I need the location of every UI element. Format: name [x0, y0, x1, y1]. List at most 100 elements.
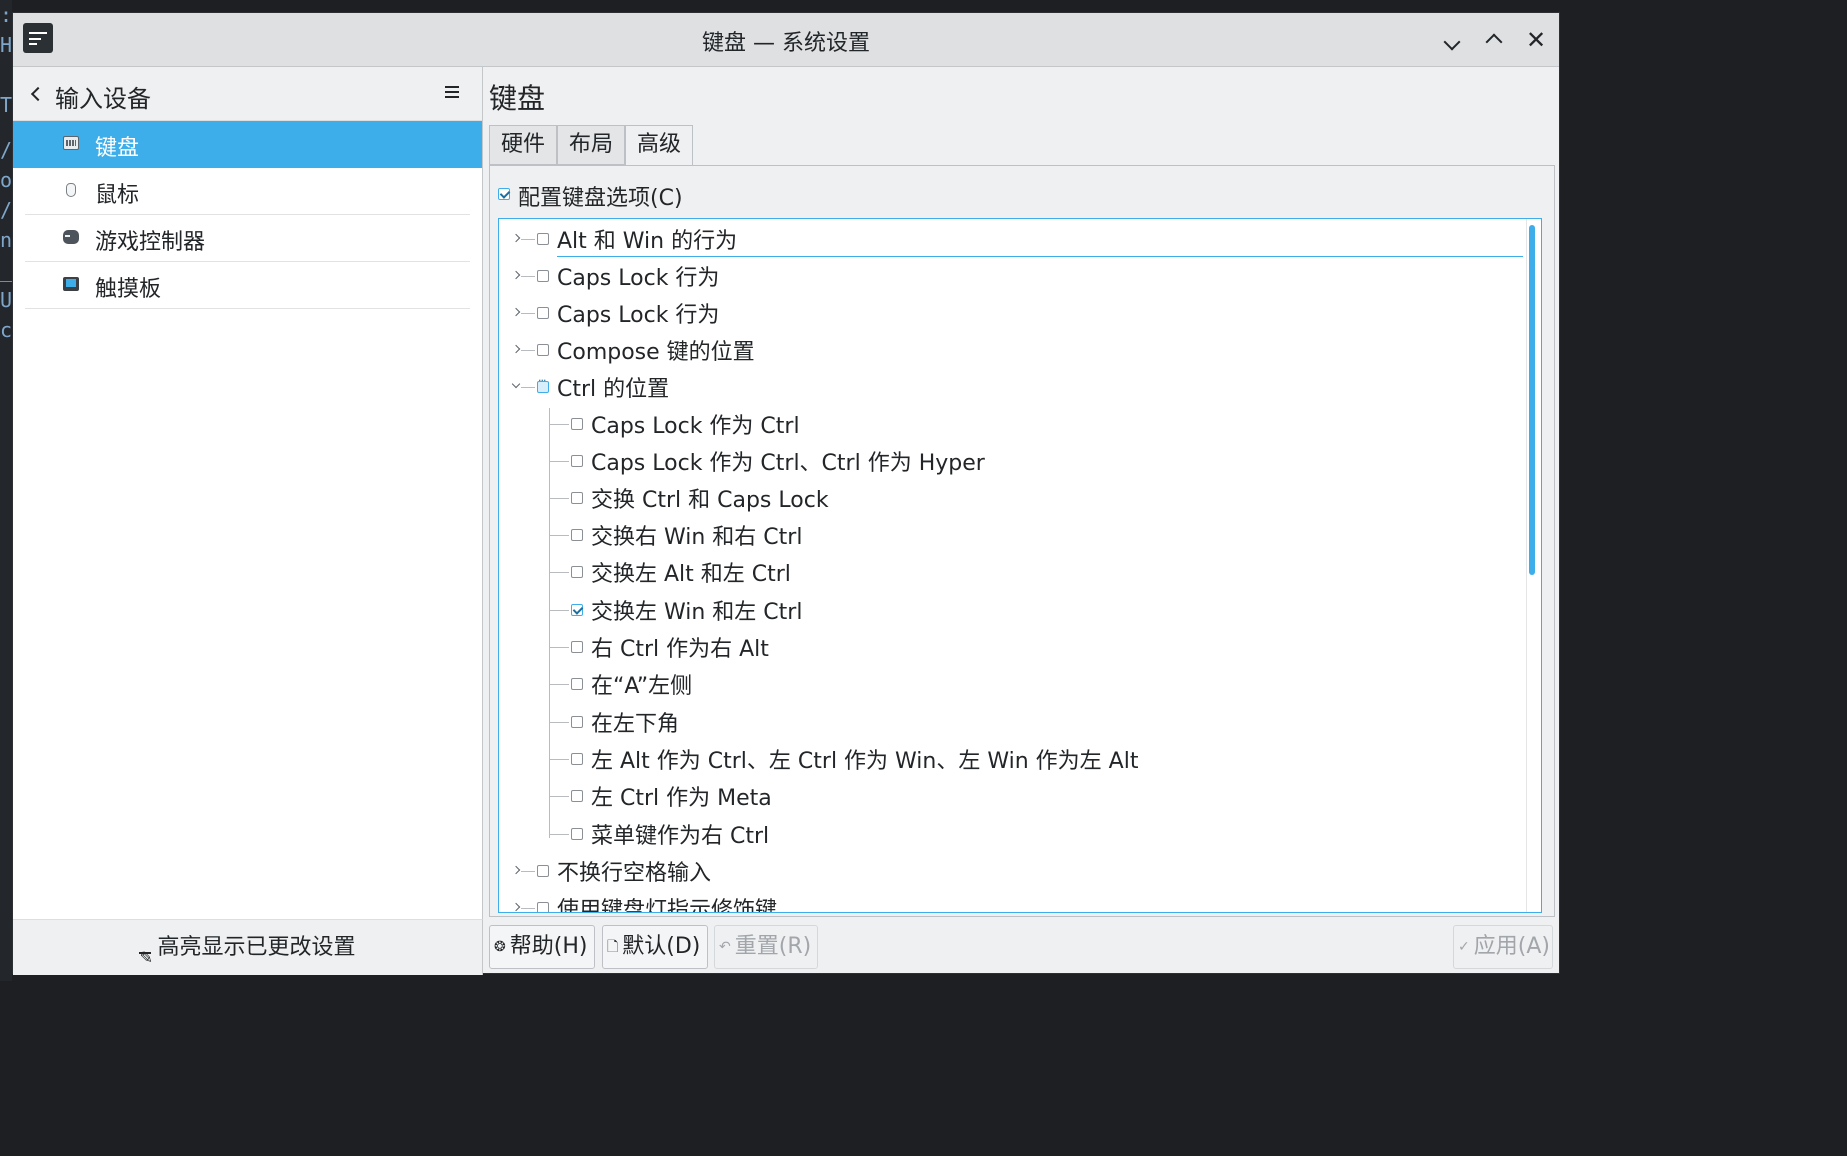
highlight-changed-settings-button[interactable]: 高亮显示已更改设置 [13, 919, 483, 986]
tree-item-label: 左 Alt 作为 Ctrl、左 Ctrl 作为 Win、左 Win 作为左 Al… [591, 749, 1139, 774]
tree-item-label: Caps Lock 行为 [557, 303, 720, 328]
checkbox-unchecked[interactable] [571, 828, 583, 840]
help-button-label: 帮助(H) [509, 934, 588, 959]
keyboard-icon [63, 136, 79, 150]
tree-subitem[interactable]: 左 Alt 作为 Ctrl、左 Ctrl 作为 Win、左 Win 作为左 Al… [499, 741, 1519, 778]
tree-subitem[interactable]: 在左下角 [499, 704, 1519, 741]
checkbox-unchecked[interactable] [571, 529, 583, 541]
expand-arrow-icon[interactable] [511, 233, 521, 243]
checkbox-unchecked[interactable] [571, 418, 583, 430]
tree-item[interactable]: Alt 和 Win 的行为 [499, 221, 1519, 258]
expand-arrow-icon[interactable] [511, 902, 521, 912]
main-panel: 键盘 硬件 布局 高级 配置键盘选项(C) Alt 和 Win 的行为 Caps… [483, 67, 1561, 975]
tree-item[interactable]: Caps Lock 行为 [499, 295, 1519, 332]
checkbox-unchecked[interactable] [537, 270, 549, 282]
collapse-arrow-icon[interactable] [511, 379, 521, 389]
tree-item[interactable]: 不换行空格输入 [499, 853, 1519, 890]
chevron-up-icon [1485, 33, 1503, 51]
hamburger-menu-icon[interactable] [445, 84, 463, 98]
terminal-line: U [0, 288, 12, 312]
tab-advanced[interactable]: 高级 [625, 125, 693, 166]
checkbox-unchecked[interactable] [571, 753, 583, 765]
title-bar[interactable]: 键盘 — 系统设置 ✕ [13, 13, 1559, 67]
touchpad-icon [63, 277, 79, 291]
checkbox-partial[interactable] [537, 374, 549, 393]
expand-arrow-icon[interactable] [511, 270, 521, 280]
scrollbar-handle[interactable] [1529, 225, 1535, 575]
checkbox-unchecked[interactable] [537, 902, 549, 912]
checkbox-unchecked[interactable] [571, 455, 583, 467]
expand-arrow-icon[interactable] [511, 865, 521, 875]
terminal-line: o [0, 168, 12, 192]
checkmark-icon: ✓ [1458, 939, 1470, 955]
options-tree[interactable]: Alt 和 Win 的行为 Caps Lock 行为 Caps Lock 行为 … [498, 218, 1542, 913]
expand-arrow-icon[interactable] [511, 344, 521, 354]
checkbox-unchecked[interactable] [571, 716, 583, 728]
help-button[interactable]: ❂ 帮助(H) [489, 925, 595, 969]
sidebar-title[interactable]: 输入设备 [55, 79, 151, 114]
sidebar-list: 键盘 鼠标 游戏控制器 触摸板 [13, 121, 482, 309]
tree-subitem[interactable]: 交换左 Alt 和左 Ctrl [499, 554, 1519, 591]
expand-arrow-icon[interactable] [511, 307, 521, 317]
back-icon[interactable] [30, 86, 46, 102]
checkbox-unchecked[interactable] [571, 678, 583, 690]
tree-subitem[interactable]: 右 Ctrl 作为右 Alt [499, 629, 1519, 666]
terminal-line: / [0, 138, 12, 162]
apply-button[interactable]: ✓ 应用(A) [1453, 925, 1553, 969]
tree-subitem[interactable]: Caps Lock 作为 Ctrl [499, 406, 1519, 443]
tree-subitem[interactable]: 在“A”左侧 [499, 666, 1519, 703]
terminal-line: H [0, 33, 12, 57]
checkbox-unchecked[interactable] [571, 790, 583, 802]
tree-item-label: Compose 键的位置 [557, 340, 755, 365]
maximize-button[interactable] [1479, 25, 1509, 55]
checkbox-unchecked[interactable] [571, 566, 583, 578]
tree-subitem[interactable]: 菜单键作为右 Ctrl [499, 816, 1519, 853]
sidebar-item-gamepad[interactable]: 游戏控制器 [13, 215, 482, 262]
tree-item[interactable]: Caps Lock 行为 [499, 258, 1519, 295]
help-icon: ❂ [494, 939, 506, 955]
tree-item[interactable]: 使用键盘灯指示修饰键 [499, 890, 1519, 913]
checkbox-unchecked[interactable] [571, 492, 583, 504]
terminal-line: : [0, 3, 12, 27]
scrollbar-track[interactable] [1526, 219, 1527, 912]
tree-item-label: 交换 Ctrl 和 Caps Lock [591, 488, 829, 513]
terminal-line: T [0, 93, 12, 117]
close-button[interactable]: ✕ [1521, 25, 1551, 55]
tree-item-label: 在“A”左侧 [591, 674, 693, 699]
tree-item-label: Ctrl 的位置 [557, 377, 670, 402]
tab-layout[interactable]: 布局 [557, 125, 625, 165]
background-terminal: : H T / o / n _ U c [0, 0, 12, 981]
tree-subitem[interactable]: 左 Ctrl 作为 Meta [499, 778, 1519, 815]
document-icon: 🗋 [607, 939, 619, 955]
checkbox-unchecked[interactable] [537, 865, 549, 877]
tree-subitem[interactable]: 交换右 Win 和右 Ctrl [499, 517, 1519, 554]
checkbox-checked[interactable] [571, 604, 583, 616]
highlight-button-label: 高亮显示已更改设置 [157, 935, 356, 960]
tab-hardware[interactable]: 硬件 [489, 125, 557, 165]
defaults-button[interactable]: 🗋 默认(D) [602, 925, 708, 969]
sidebar-item-keyboard[interactable]: 键盘 [13, 121, 482, 168]
tree-item-label: 交换右 Win 和右 Ctrl [591, 525, 803, 550]
sidebar-item-touchpad[interactable]: 触摸板 [13, 262, 482, 309]
reset-button[interactable]: ↶ 重置(R) [714, 925, 818, 969]
sidebar-item-mouse[interactable]: 鼠标 [13, 168, 482, 215]
tree-subitem[interactable]: Caps Lock 作为 Ctrl、Ctrl 作为 Hyper [499, 443, 1519, 480]
checkbox-unchecked[interactable] [537, 344, 549, 356]
tree-item-ctrl-position[interactable]: Ctrl 的位置 [499, 369, 1519, 406]
tree-item-label: Caps Lock 作为 Ctrl、Ctrl 作为 Hyper [591, 451, 985, 476]
reset-button-label: 重置(R) [734, 934, 812, 959]
tree-subitem[interactable]: 交换左 Win 和左 Ctrl [499, 592, 1519, 629]
checkbox-unchecked[interactable] [537, 307, 549, 319]
minimize-button[interactable] [1437, 25, 1467, 55]
checkbox-checked[interactable] [498, 188, 510, 200]
tree-item-label: 右 Ctrl 作为右 Alt [591, 637, 769, 662]
sidebar-item-label: 键盘 [95, 136, 140, 161]
tree-item-label: 使用键盘灯指示修饰键 [557, 898, 778, 913]
tree-item-label: Caps Lock 作为 Ctrl [591, 414, 800, 439]
tree-item[interactable]: Compose 键的位置 [499, 332, 1519, 369]
checkbox-unchecked[interactable] [571, 641, 583, 653]
checkbox-unchecked[interactable] [537, 233, 549, 245]
settings-window: 键盘 — 系统设置 ✕ 输入设备 键盘 鼠标 游戏控制器 触摸板 ✎高亮显示已更… [12, 12, 1561, 986]
tree-subitem[interactable]: 交换 Ctrl 和 Caps Lock [499, 480, 1519, 517]
pen-icon [139, 930, 153, 986]
